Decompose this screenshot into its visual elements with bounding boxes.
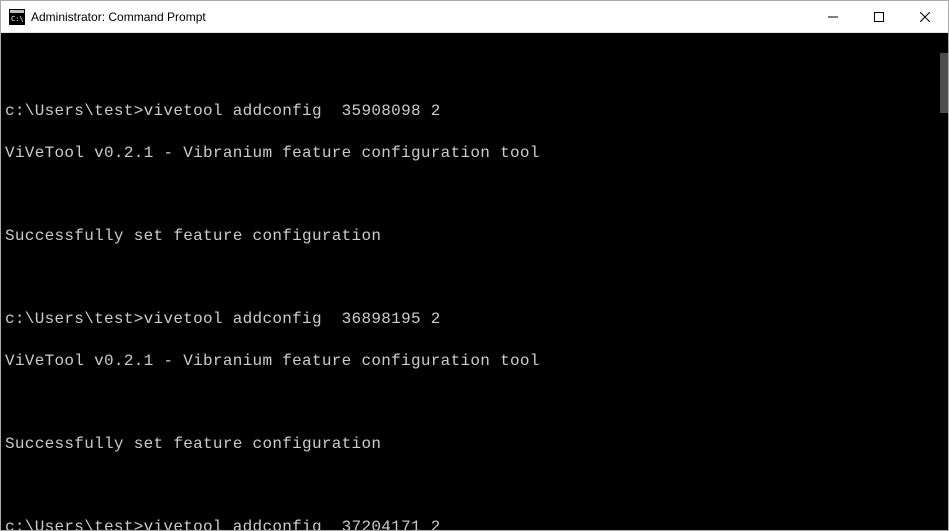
window-title: Administrator: Command Prompt (31, 10, 810, 24)
window-controls-group (810, 1, 948, 32)
output-line: ViVeTool v0.2.1 - Vibranium feature conf… (5, 351, 940, 372)
scrollbar-thumb[interactable] (940, 53, 948, 113)
terminal-area[interactable]: c:\Users\test>vivetool addconfig 3590809… (1, 33, 948, 530)
command-line: c:\Users\test>vivetool addconfig 3590809… (5, 101, 940, 122)
blank-line (5, 60, 940, 81)
maximize-button[interactable] (856, 1, 902, 32)
blank-line (5, 185, 940, 206)
titlebar: C:\ Administrator: Command Prompt (1, 1, 948, 33)
prompt: c:\Users\test> (5, 518, 144, 530)
command-line: c:\Users\test>vivetool addconfig 3689819… (5, 309, 940, 330)
blank-line (5, 268, 940, 289)
command-text: vivetool addconfig 35908098 2 (144, 102, 441, 120)
command-text: vivetool addconfig 37204171 2 (144, 518, 441, 530)
minimize-button[interactable] (810, 1, 856, 32)
output-line: Successfully set feature configuration (5, 434, 940, 455)
scrollbar[interactable] (932, 33, 948, 530)
cmd-icon: C:\ (9, 9, 25, 25)
svg-text:C:\: C:\ (11, 15, 24, 23)
prompt: c:\Users\test> (5, 102, 144, 120)
blank-line (5, 476, 940, 497)
output-line: ViVeTool v0.2.1 - Vibranium feature conf… (5, 143, 940, 164)
output-line: Successfully set feature configuration (5, 226, 940, 247)
command-line: c:\Users\test>vivetool addconfig 3720417… (5, 517, 940, 530)
blank-line (5, 393, 940, 414)
close-button[interactable] (902, 1, 948, 32)
command-text: vivetool addconfig 36898195 2 (144, 310, 441, 328)
prompt: c:\Users\test> (5, 310, 144, 328)
